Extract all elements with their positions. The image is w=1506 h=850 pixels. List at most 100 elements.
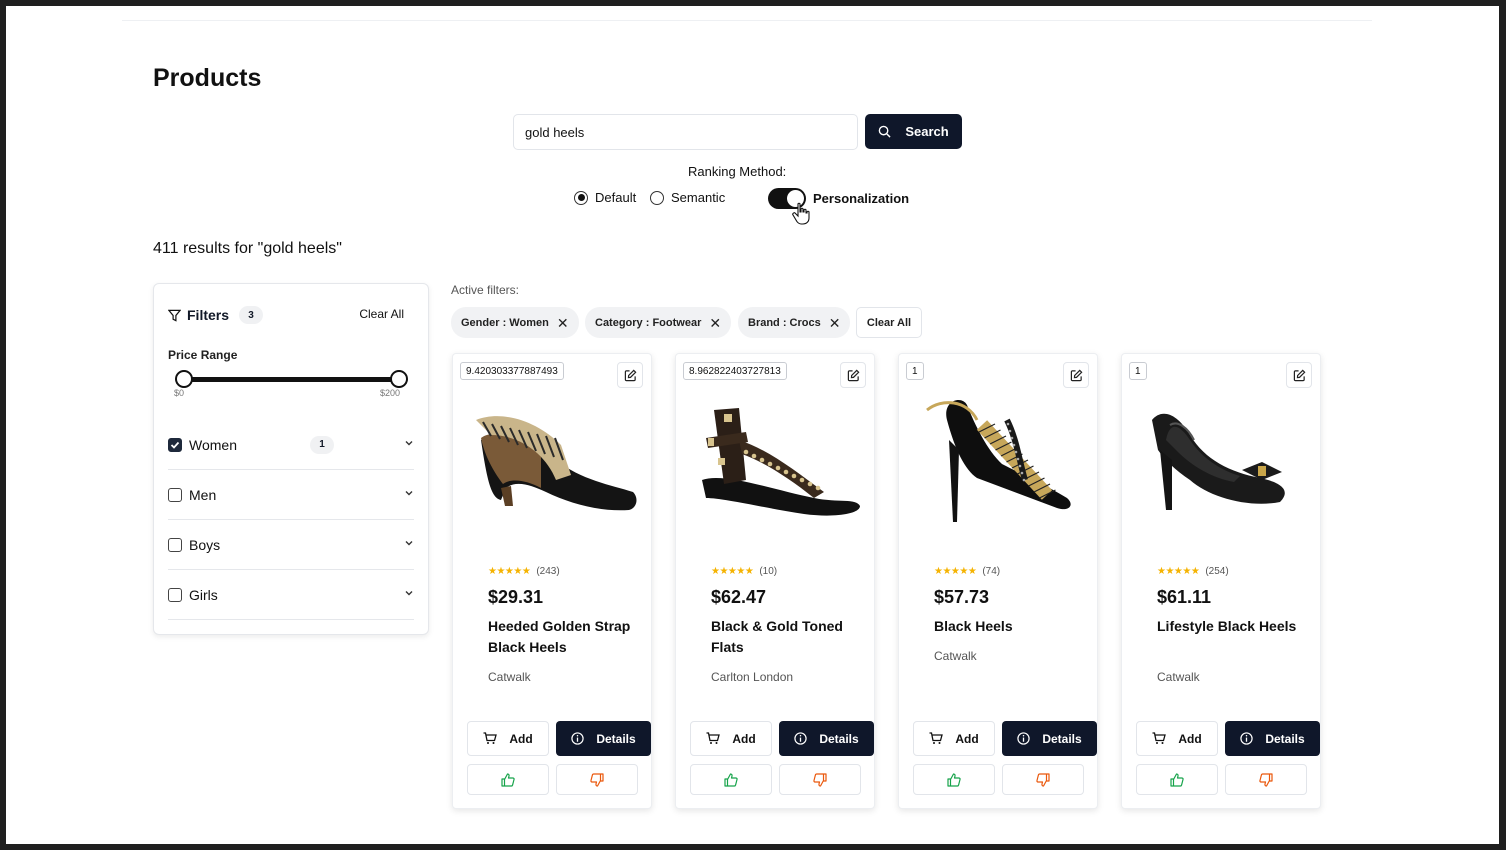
review-count: (74) [982,566,1001,577]
thumbs-down-icon [813,772,827,787]
product-brand: Catwalk [934,649,977,663]
chevron-down-icon[interactable] [404,438,414,448]
star-rating-icon: ★★★★★ [1157,566,1200,577]
details-button-label: Details [596,731,636,746]
search-input[interactable] [513,114,858,150]
thumbs-up-icon [1170,772,1184,787]
add-button-label: Add [1178,731,1202,746]
chevron-down-icon[interactable] [404,588,414,598]
radio-semantic-indicator[interactable] [650,190,664,205]
product-name[interactable]: Black Heels [934,616,1084,637]
filter-chip-gender[interactable]: Gender : Women ✕ [451,307,579,338]
thumbs-up-button[interactable] [467,764,549,795]
thumbs-down-button[interactable] [556,764,638,795]
cart-icon [706,732,721,744]
radio-default-label: Default [595,190,637,205]
product-image[interactable] [1130,380,1314,524]
details-button[interactable]: Details [779,721,874,756]
details-button-label: Details [1265,731,1305,746]
add-button-label: Add [509,731,533,746]
product-image[interactable] [461,380,645,524]
cart-icon [483,732,498,744]
add-to-cart-button[interactable]: Add [913,721,995,756]
thumbs-up-icon [501,772,515,787]
thumbs-up-button[interactable] [1136,764,1218,795]
facet-women-checkbox[interactable] [168,437,182,452]
thumbs-down-button[interactable] [1225,764,1307,795]
facet-girls-checkbox[interactable] [168,587,182,602]
thumbs-down-icon [590,772,604,787]
star-rating-icon: ★★★★★ [488,566,531,577]
details-button[interactable]: Details [1002,721,1097,756]
relevance-score: 1 [1129,362,1147,380]
product-name[interactable]: Heeded Golden Strap Black Heels [488,616,638,658]
radio-semantic[interactable]: Semantic [650,190,725,205]
product-card[interactable]: 8.962822403727813 ★★★★★ (10) $62.47 Blac… [675,353,875,809]
filter-chip-brand[interactable]: Brand : Crocs ✕ [738,307,851,338]
facet-boys-checkbox[interactable] [168,537,182,552]
filter-chip-category[interactable]: Category : Footwear ✕ [585,307,732,338]
details-button[interactable]: Details [1225,721,1320,756]
product-price: $61.11 [1157,587,1212,607]
add-to-cart-button[interactable]: Add [690,721,772,756]
radio-semantic-label: Semantic [671,190,726,205]
filter-icon [168,309,181,322]
results-count: 411 results for "gold heels" [153,240,342,257]
filters-count-badge: 3 [239,306,264,324]
chevron-down-icon[interactable] [404,538,414,548]
product-image[interactable] [907,380,1091,524]
price-slider-track[interactable] [176,377,398,382]
search-button-label: Search [905,124,949,139]
details-button[interactable]: Details [556,721,651,756]
product-card[interactable]: 1 ★★★★★ (254) $61.11 Lifestyle Black Hee… [1121,353,1321,809]
rating: ★★★★★ (254) [1157,566,1229,577]
star-rating-icon: ★★★★★ [711,566,754,577]
add-to-cart-button[interactable]: Add [467,721,549,756]
rating: ★★★★★ (74) [934,566,1000,577]
rating: ★★★★★ (10) [711,566,777,577]
facet-boys[interactable]: Boys [168,520,414,570]
product-image[interactable] [684,380,868,524]
rating: ★★★★★ (243) [488,566,560,577]
facet-men[interactable]: Men [168,470,414,520]
close-icon[interactable]: ✕ [557,316,569,330]
radio-default[interactable]: Default [574,190,636,205]
thumbs-down-icon [1036,772,1050,787]
facet-men-label: Men [189,486,217,503]
thumbs-up-icon [724,772,738,787]
filters-clear-all-button[interactable]: Clear All [359,307,404,321]
search-button[interactable]: Search [865,114,962,149]
close-icon[interactable]: ✕ [709,316,721,330]
add-to-cart-button[interactable]: Add [1136,721,1218,756]
product-brand: Catwalk [1157,670,1200,684]
add-button-label: Add [955,731,979,746]
facet-women[interactable]: Women 1 [168,420,414,470]
facet-boys-label: Boys [189,536,221,553]
product-brand: Catwalk [488,670,531,684]
close-icon[interactable]: ✕ [829,316,841,330]
facet-girls-label: Girls [189,586,218,603]
product-brand: Carlton London [711,670,794,684]
thumbs-up-button[interactable] [913,764,995,795]
product-card[interactable]: 9.420303377887493 ★★★★★ (243) $29.31 Hee… [452,353,652,809]
product-card[interactable]: 1 ★★★★★ (74) $57.73 Black Heels Catwalk … [898,353,1098,809]
thumbs-up-button[interactable] [690,764,772,795]
price-slider-max-handle[interactable] [390,370,408,388]
facet-girls[interactable]: Girls [168,570,414,620]
chevron-down-icon[interactable] [404,488,414,498]
thumbs-down-icon [1259,772,1273,787]
thumbs-up-icon [947,772,961,787]
hand-cursor-icon [792,202,810,225]
price-slider-min-handle[interactable] [175,370,193,388]
info-icon [1017,732,1030,745]
facet-women-count: 1 [310,435,334,454]
thumbs-down-button[interactable] [1002,764,1084,795]
search-icon [879,125,891,138]
active-filters-clear-all-button[interactable]: Clear All [856,307,922,338]
thumbs-down-button[interactable] [779,764,861,795]
radio-default-indicator[interactable] [574,190,588,205]
cart-icon [1152,732,1167,744]
product-name[interactable]: Black & Gold Toned Flats [711,616,861,658]
facet-men-checkbox[interactable] [168,487,182,502]
product-name[interactable]: Lifestyle Black Heels [1157,616,1307,637]
